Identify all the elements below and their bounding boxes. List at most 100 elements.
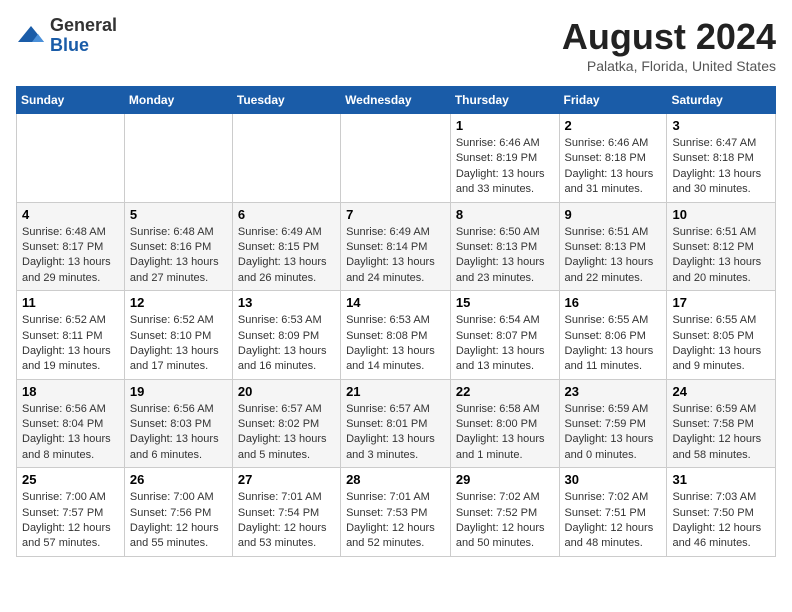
day-number: 15 — [456, 295, 554, 310]
day-number: 13 — [238, 295, 335, 310]
day-number: 5 — [130, 207, 227, 222]
day-number: 12 — [130, 295, 227, 310]
calendar-cell: 23 Sunrise: 6:59 AM Sunset: 7:59 PM Dayli… — [559, 379, 667, 468]
day-number: 17 — [672, 295, 770, 310]
header: General Blue August 2024 Palatka, Florid… — [16, 16, 776, 74]
cell-content: Sunrise: 6:51 AM Sunset: 8:12 PM Dayligh… — [672, 225, 770, 287]
calendar-cell: 1 Sunrise: 6:46 AM Sunset: 8:19 PM Daylig… — [450, 114, 559, 203]
calendar-cell: 11 Sunrise: 6:52 AM Sunset: 8:11 PM Dayli… — [17, 291, 125, 380]
month-year-title: August 2024 — [562, 16, 776, 58]
calendar-cell: 19 Sunrise: 6:56 AM Sunset: 8:03 PM Dayli… — [124, 379, 232, 468]
cell-content: Sunrise: 6:58 AM Sunset: 8:00 PM Dayligh… — [456, 402, 554, 464]
day-number: 2 — [565, 118, 662, 133]
calendar-cell: 28Sunrise: 7:01 AM Sunset: 7:53 PM Dayli… — [341, 468, 451, 557]
cell-content: Sunrise: 7:01 AM Sunset: 7:53 PM Dayligh… — [346, 490, 445, 552]
day-number: 11 — [22, 295, 119, 310]
cell-content: Sunrise: 6:47 AM Sunset: 8:18 PM Dayligh… — [672, 136, 770, 198]
cell-content: Sunrise: 6:53 AM Sunset: 8:09 PM Dayligh… — [238, 313, 335, 375]
day-number: 20 — [238, 384, 335, 399]
calendar-cell: 20 Sunrise: 6:57 AM Sunset: 8:02 PM Dayli… — [232, 379, 340, 468]
day-number: 14 — [346, 295, 445, 310]
calendar-cell: 30 Sunrise: 7:02 AM Sunset: 7:51 PM Dayli… — [559, 468, 667, 557]
calendar-cell — [341, 114, 451, 203]
calendar-cell: 2 Sunrise: 6:46 AM Sunset: 8:18 PM Daylig… — [559, 114, 667, 203]
cell-content: Sunrise: 6:50 AM Sunset: 8:13 PM Dayligh… — [456, 225, 554, 287]
cell-content: Sunrise: 6:59 AM Sunset: 7:58 PM Dayligh… — [672, 402, 770, 464]
day-number: 27 — [238, 472, 335, 487]
calendar-cell: 5Sunrise: 6:48 AM Sunset: 8:16 PM Daylig… — [124, 202, 232, 291]
cell-content: Sunrise: 6:49 AM Sunset: 8:15 PM Dayligh… — [238, 225, 335, 287]
location-text: Palatka, Florida, United States — [562, 58, 776, 74]
cell-content: Sunrise: 7:00 AM Sunset: 7:56 PM Dayligh… — [130, 490, 227, 552]
cell-content: Sunrise: 6:52 AM Sunset: 8:11 PM Dayligh… — [22, 313, 119, 375]
day-number: 3 — [672, 118, 770, 133]
calendar-week-row: 18 Sunrise: 6:56 AM Sunset: 8:04 PM Dayli… — [17, 379, 776, 468]
calendar-cell: 13 Sunrise: 6:53 AM Sunset: 8:09 PM Dayli… — [232, 291, 340, 380]
day-number: 21 — [346, 384, 445, 399]
calendar-cell — [232, 114, 340, 203]
calendar: SundayMondayTuesdayWednesdayThursdayFrid… — [16, 86, 776, 557]
cell-content: Sunrise: 6:55 AM Sunset: 8:06 PM Dayligh… — [565, 313, 662, 375]
calendar-cell: 3 Sunrise: 6:47 AM Sunset: 8:18 PM Daylig… — [667, 114, 776, 203]
day-header-sunday: Sunday — [17, 87, 125, 114]
cell-content: Sunrise: 6:54 AM Sunset: 8:07 PM Dayligh… — [456, 313, 554, 375]
day-number: 16 — [565, 295, 662, 310]
day-number: 1 — [456, 118, 554, 133]
cell-content: Sunrise: 6:49 AM Sunset: 8:14 PM Dayligh… — [346, 225, 445, 287]
calendar-cell: 24 Sunrise: 6:59 AM Sunset: 7:58 PM Dayli… — [667, 379, 776, 468]
calendar-cell: 10 Sunrise: 6:51 AM Sunset: 8:12 PM Dayli… — [667, 202, 776, 291]
day-number: 31 — [672, 472, 770, 487]
calendar-cell: 21Sunrise: 6:57 AM Sunset: 8:01 PM Dayli… — [341, 379, 451, 468]
calendar-cell: 8 Sunrise: 6:50 AM Sunset: 8:13 PM Daylig… — [450, 202, 559, 291]
cell-content: Sunrise: 6:52 AM Sunset: 8:10 PM Dayligh… — [130, 313, 227, 375]
calendar-cell: 4Sunrise: 6:48 AM Sunset: 8:17 PM Daylig… — [17, 202, 125, 291]
day-number: 8 — [456, 207, 554, 222]
cell-content: Sunrise: 6:56 AM Sunset: 8:04 PM Dayligh… — [22, 402, 119, 464]
calendar-cell: 18 Sunrise: 6:56 AM Sunset: 8:04 PM Dayli… — [17, 379, 125, 468]
cell-content: Sunrise: 7:02 AM Sunset: 7:52 PM Dayligh… — [456, 490, 554, 552]
calendar-week-row: 11 Sunrise: 6:52 AM Sunset: 8:11 PM Dayli… — [17, 291, 776, 380]
cell-content: Sunrise: 6:55 AM Sunset: 8:05 PM Dayligh… — [672, 313, 770, 375]
logo-general-text: General — [50, 15, 117, 35]
day-header-friday: Friday — [559, 87, 667, 114]
cell-content: Sunrise: 6:53 AM Sunset: 8:08 PM Dayligh… — [346, 313, 445, 375]
cell-content: Sunrise: 6:46 AM Sunset: 8:19 PM Dayligh… — [456, 136, 554, 198]
day-number: 26 — [130, 472, 227, 487]
calendar-cell: 9Sunrise: 6:51 AM Sunset: 8:13 PM Daylig… — [559, 202, 667, 291]
day-number: 4 — [22, 207, 119, 222]
calendar-cell: 16 Sunrise: 6:55 AM Sunset: 8:06 PM Dayli… — [559, 291, 667, 380]
calendar-header-row: SundayMondayTuesdayWednesdayThursdayFrid… — [17, 87, 776, 114]
cell-content: Sunrise: 6:57 AM Sunset: 8:02 PM Dayligh… — [238, 402, 335, 464]
cell-content: Sunrise: 7:02 AM Sunset: 7:51 PM Dayligh… — [565, 490, 662, 552]
day-number: 7 — [346, 207, 445, 222]
day-number: 23 — [565, 384, 662, 399]
calendar-cell: 25 Sunrise: 7:00 AM Sunset: 7:57 PM Dayli… — [17, 468, 125, 557]
cell-content: Sunrise: 6:56 AM Sunset: 8:03 PM Dayligh… — [130, 402, 227, 464]
calendar-cell — [17, 114, 125, 203]
day-number: 10 — [672, 207, 770, 222]
cell-content: Sunrise: 7:01 AM Sunset: 7:54 PM Dayligh… — [238, 490, 335, 552]
calendar-cell: 22Sunrise: 6:58 AM Sunset: 8:00 PM Dayli… — [450, 379, 559, 468]
calendar-cell: 26 Sunrise: 7:00 AM Sunset: 7:56 PM Dayli… — [124, 468, 232, 557]
calendar-cell: 29Sunrise: 7:02 AM Sunset: 7:52 PM Dayli… — [450, 468, 559, 557]
calendar-cell: 27 Sunrise: 7:01 AM Sunset: 7:54 PM Dayli… — [232, 468, 340, 557]
cell-content: Sunrise: 6:51 AM Sunset: 8:13 PM Dayligh… — [565, 225, 662, 287]
logo-text: General Blue — [50, 16, 117, 56]
calendar-cell — [124, 114, 232, 203]
calendar-week-row: 25 Sunrise: 7:00 AM Sunset: 7:57 PM Dayli… — [17, 468, 776, 557]
calendar-cell: 7 Sunrise: 6:49 AM Sunset: 8:14 PM Daylig… — [341, 202, 451, 291]
day-number: 18 — [22, 384, 119, 399]
day-number: 6 — [238, 207, 335, 222]
cell-content: Sunrise: 6:46 AM Sunset: 8:18 PM Dayligh… — [565, 136, 662, 198]
day-number: 25 — [22, 472, 119, 487]
day-number: 30 — [565, 472, 662, 487]
day-number: 24 — [672, 384, 770, 399]
cell-content: Sunrise: 6:59 AM Sunset: 7:59 PM Dayligh… — [565, 402, 662, 464]
calendar-week-row: 4Sunrise: 6:48 AM Sunset: 8:17 PM Daylig… — [17, 202, 776, 291]
calendar-cell: 6 Sunrise: 6:49 AM Sunset: 8:15 PM Daylig… — [232, 202, 340, 291]
cell-content: Sunrise: 7:00 AM Sunset: 7:57 PM Dayligh… — [22, 490, 119, 552]
day-number: 19 — [130, 384, 227, 399]
calendar-week-row: 1 Sunrise: 6:46 AM Sunset: 8:19 PM Daylig… — [17, 114, 776, 203]
calendar-cell: 12 Sunrise: 6:52 AM Sunset: 8:10 PM Dayli… — [124, 291, 232, 380]
cell-content: Sunrise: 7:03 AM Sunset: 7:50 PM Dayligh… — [672, 490, 770, 552]
